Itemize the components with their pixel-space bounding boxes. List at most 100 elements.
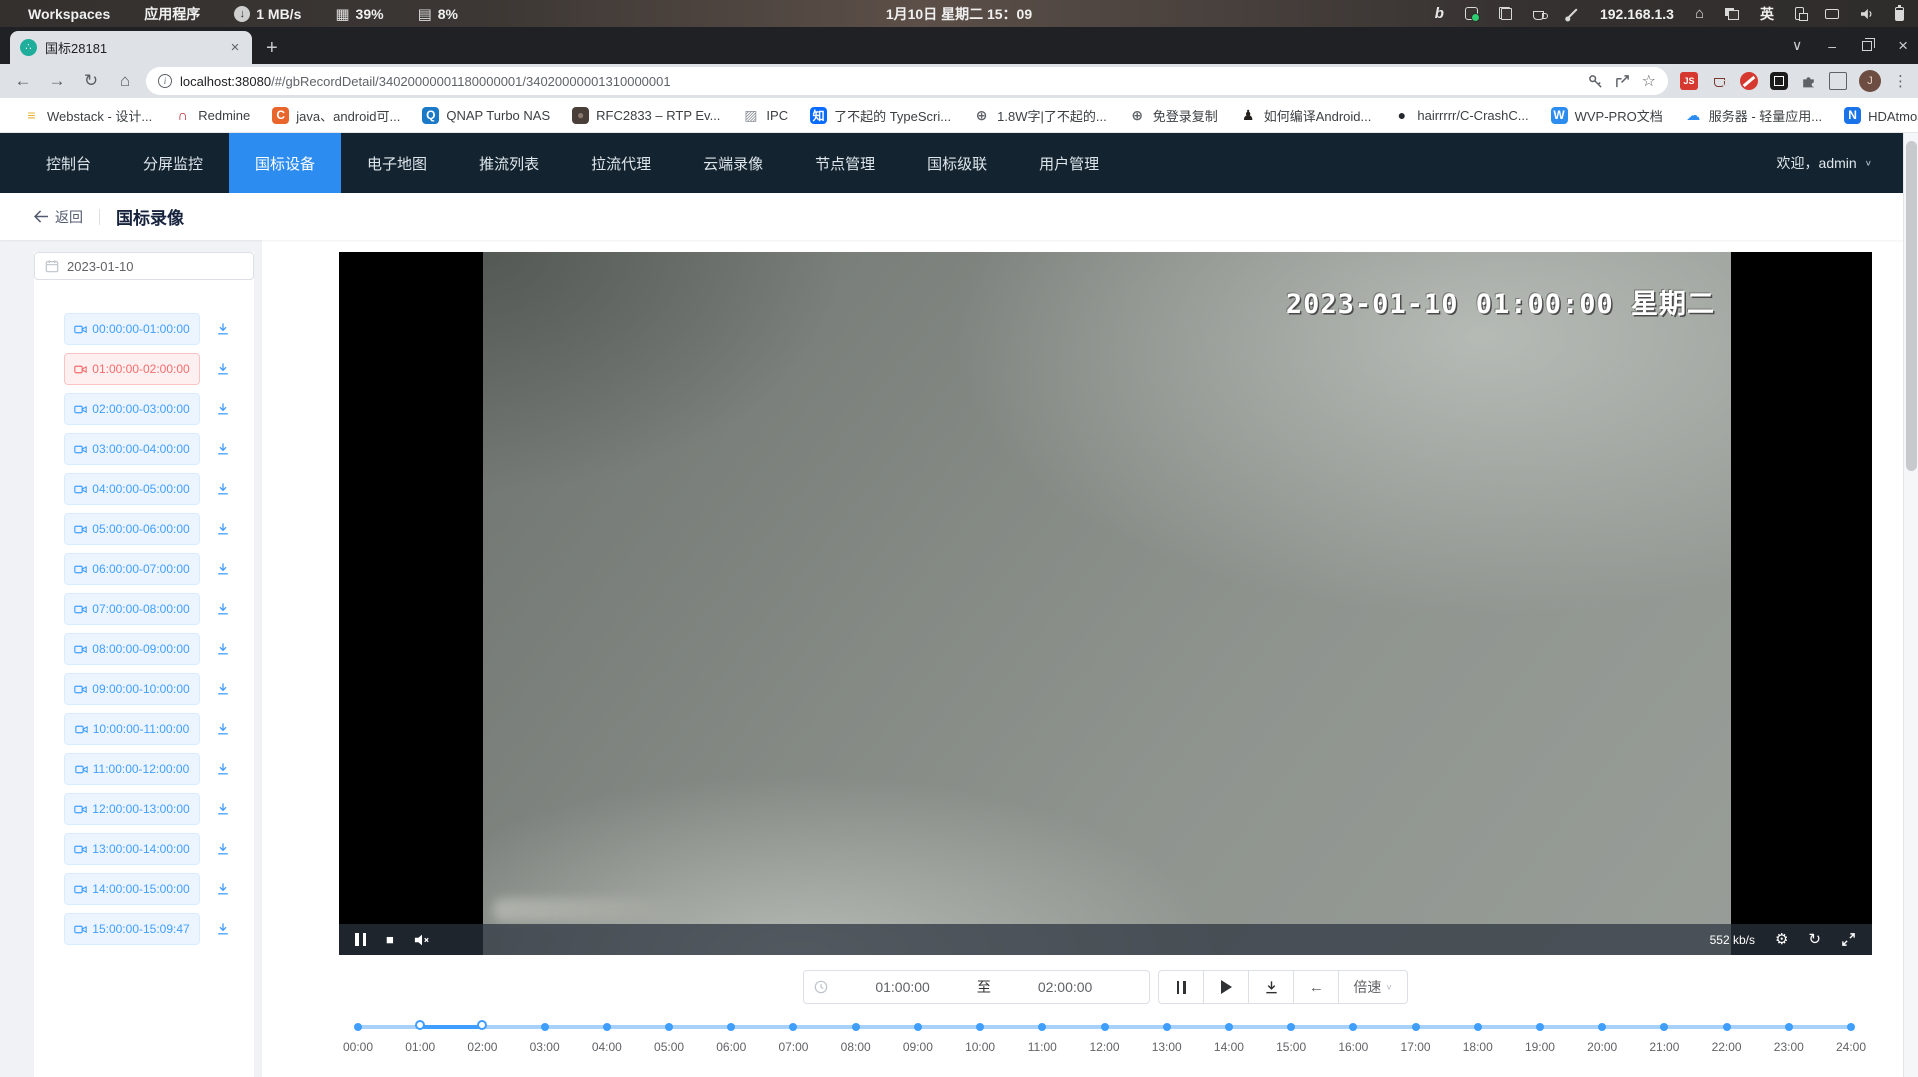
record-download-icon[interactable] xyxy=(216,602,230,616)
timeline-hour-dot[interactable] xyxy=(976,1023,984,1031)
browser-tab[interactable]: ∴ 国标28181 × xyxy=(10,31,252,64)
timeline-hour-dot[interactable] xyxy=(1536,1023,1544,1031)
record-download-icon[interactable] xyxy=(216,802,230,816)
record-range-button[interactable]: 10:00:00-11:00:00 xyxy=(64,713,200,745)
extension-cup-icon[interactable] xyxy=(1710,72,1728,90)
record-download-icon[interactable] xyxy=(216,882,230,896)
share-icon[interactable] xyxy=(1615,74,1630,89)
record-download-icon[interactable] xyxy=(216,522,230,536)
player-stop-icon[interactable]: ■ xyxy=(386,933,394,946)
tab-search-chevron-icon[interactable]: ∨ xyxy=(1792,37,1802,54)
battery-tray-icon[interactable] xyxy=(1895,7,1904,21)
record-range-button[interactable]: 12:00:00-13:00:00 xyxy=(64,793,200,825)
timeline-hour-dot[interactable] xyxy=(1349,1023,1357,1031)
nav-item-7[interactable]: 云端录像 xyxy=(677,133,789,193)
record-download-icon[interactable] xyxy=(216,922,230,936)
workspaces-button[interactable]: Workspaces xyxy=(28,6,110,22)
download-button[interactable] xyxy=(1248,970,1294,1004)
play-button[interactable] xyxy=(1203,970,1249,1004)
timeline-hour-dot[interactable] xyxy=(1038,1023,1046,1031)
home-tray-icon[interactable]: ⌂ xyxy=(1695,5,1704,22)
timeline-hour-dot[interactable] xyxy=(852,1023,860,1031)
timeline-hour-dot[interactable] xyxy=(1101,1023,1109,1031)
record-download-icon[interactable] xyxy=(216,842,230,856)
app-running-tray-icon[interactable] xyxy=(1465,7,1478,20)
bookmark-item[interactable]: 知 了不起的 TypeScri... xyxy=(801,102,960,129)
timeline-hour-dot[interactable] xyxy=(1598,1023,1606,1031)
tab-close-icon[interactable]: × xyxy=(226,39,244,57)
bookmark-item[interactable]: ∩ Redmine xyxy=(165,103,259,128)
site-info-icon[interactable]: i xyxy=(158,74,172,88)
nav-item-4[interactable]: 电子地图 xyxy=(341,133,453,193)
timeline-slider[interactable]: 00:00 01:00 02:00 03:00 04:00 05:00 06:0… xyxy=(358,1018,1851,1070)
extension-screenshot-icon[interactable] xyxy=(1770,72,1788,90)
browser-profile-avatar[interactable]: J xyxy=(1859,70,1881,92)
timeline-hour-dot[interactable] xyxy=(1474,1023,1482,1031)
new-tab-button[interactable]: + xyxy=(266,37,278,60)
player-refresh-icon[interactable]: ↻ xyxy=(1808,932,1821,947)
record-range-button[interactable]: 08:00:00-09:00:00 xyxy=(64,633,200,665)
bookmark-item[interactable]: N HDAtmos :: 种子 *... xyxy=(1835,102,1918,129)
page-scrollbar[interactable] xyxy=(1903,133,1918,1077)
timeline-selected-range[interactable] xyxy=(420,1025,482,1029)
nav-item-2[interactable]: 分屏监控 xyxy=(117,133,229,193)
timeline-hour-dot[interactable] xyxy=(665,1023,673,1031)
window-restore-button[interactable] xyxy=(1862,41,1872,51)
bing-tray-icon[interactable]: b xyxy=(1435,5,1444,22)
extension-blocker-icon[interactable] xyxy=(1740,72,1758,90)
bookmark-item[interactable]: ● hairrrrr/C-CrashC... xyxy=(1384,103,1537,128)
forward-button[interactable]: → xyxy=(44,71,70,91)
timeline-hour-dot[interactable] xyxy=(1225,1023,1233,1031)
record-range-button[interactable]: 15:00:00-15:09:47 xyxy=(64,913,200,945)
welcome-user[interactable]: 欢迎，admin xyxy=(1777,153,1857,173)
nav-item-10[interactable]: 用户管理 xyxy=(1013,133,1125,193)
player-fullscreen-icon[interactable] xyxy=(1841,932,1856,947)
start-time-value[interactable]: 01:00:00 xyxy=(828,979,977,995)
date-picker-input[interactable]: 2023-01-10 xyxy=(34,252,254,280)
browser-menu-icon[interactable]: ⋮ xyxy=(1893,72,1908,90)
record-download-icon[interactable] xyxy=(216,442,230,456)
clipboard-tray-icon[interactable] xyxy=(1499,7,1512,20)
record-download-icon[interactable] xyxy=(216,682,230,696)
back-button[interactable]: ← xyxy=(10,71,36,91)
record-download-icon[interactable] xyxy=(216,722,230,736)
applications-button[interactable]: 应用程序 xyxy=(144,4,200,24)
bookmark-item[interactable]: ⊕ 免登录复制 xyxy=(1120,102,1227,129)
record-download-icon[interactable] xyxy=(216,762,230,776)
pause-button[interactable] xyxy=(1158,970,1204,1004)
user-menu-chevron-icon[interactable]: ∨ xyxy=(1865,159,1872,168)
bookmark-item[interactable]: Q QNAP Turbo NAS xyxy=(413,103,559,128)
timeline-handle[interactable] xyxy=(415,1020,425,1030)
record-download-icon[interactable] xyxy=(216,562,230,576)
record-download-icon[interactable] xyxy=(216,362,230,376)
nav-item-5[interactable]: 推流列表 xyxy=(453,133,565,193)
window-close-button[interactable]: × xyxy=(1898,36,1908,56)
record-range-button[interactable]: 07:00:00-08:00:00 xyxy=(64,593,200,625)
nav-item-3[interactable]: 国标设备 xyxy=(229,133,341,193)
color-picker-tray-icon[interactable] xyxy=(1566,8,1577,19)
input-method-indicator[interactable]: 英 xyxy=(1760,4,1774,24)
display-tray-icon[interactable] xyxy=(1825,9,1839,19)
record-range-button[interactable]: 11:00:00-12:00:00 xyxy=(64,753,200,785)
timeline-hour-dot[interactable] xyxy=(1287,1023,1295,1031)
player-volume-muted-icon[interactable] xyxy=(414,933,430,947)
record-range-button[interactable]: 13:00:00-14:00:00 xyxy=(64,833,200,865)
timeline-hour-dot[interactable] xyxy=(541,1023,549,1031)
timeline-hour-dot[interactable] xyxy=(354,1023,362,1031)
caffeine-tray-icon[interactable] xyxy=(1533,11,1544,20)
nav-item-8[interactable]: 节点管理 xyxy=(789,133,901,193)
record-range-button[interactable]: 03:00:00-04:00:00 xyxy=(64,433,200,465)
bookmark-item[interactable]: ● RFC2833 – RTP Ev... xyxy=(563,103,729,128)
player-settings-gear-icon[interactable]: ⚙ xyxy=(1775,932,1788,947)
record-download-icon[interactable] xyxy=(216,642,230,656)
record-range-button[interactable]: 09:00:00-10:00:00 xyxy=(64,673,200,705)
address-bar[interactable]: i localhost:38080/#/gbRecordDetail/34020… xyxy=(146,67,1668,95)
player-pause-icon[interactable] xyxy=(355,933,366,946)
record-download-icon[interactable] xyxy=(216,402,230,416)
timeline-hour-dot[interactable] xyxy=(1785,1023,1793,1031)
video-player[interactable]: 2023-01-10 01:00:00 星期二 ■ 552 kb/s ⚙ ↻ xyxy=(339,252,1872,955)
nav-item-9[interactable]: 国标级联 xyxy=(901,133,1013,193)
bookmark-item[interactable]: ☁ 服务器 - 轻量应用... xyxy=(1676,102,1831,129)
record-range-button[interactable]: 04:00:00-05:00:00 xyxy=(64,473,200,505)
home-button[interactable]: ⌂ xyxy=(112,71,138,91)
